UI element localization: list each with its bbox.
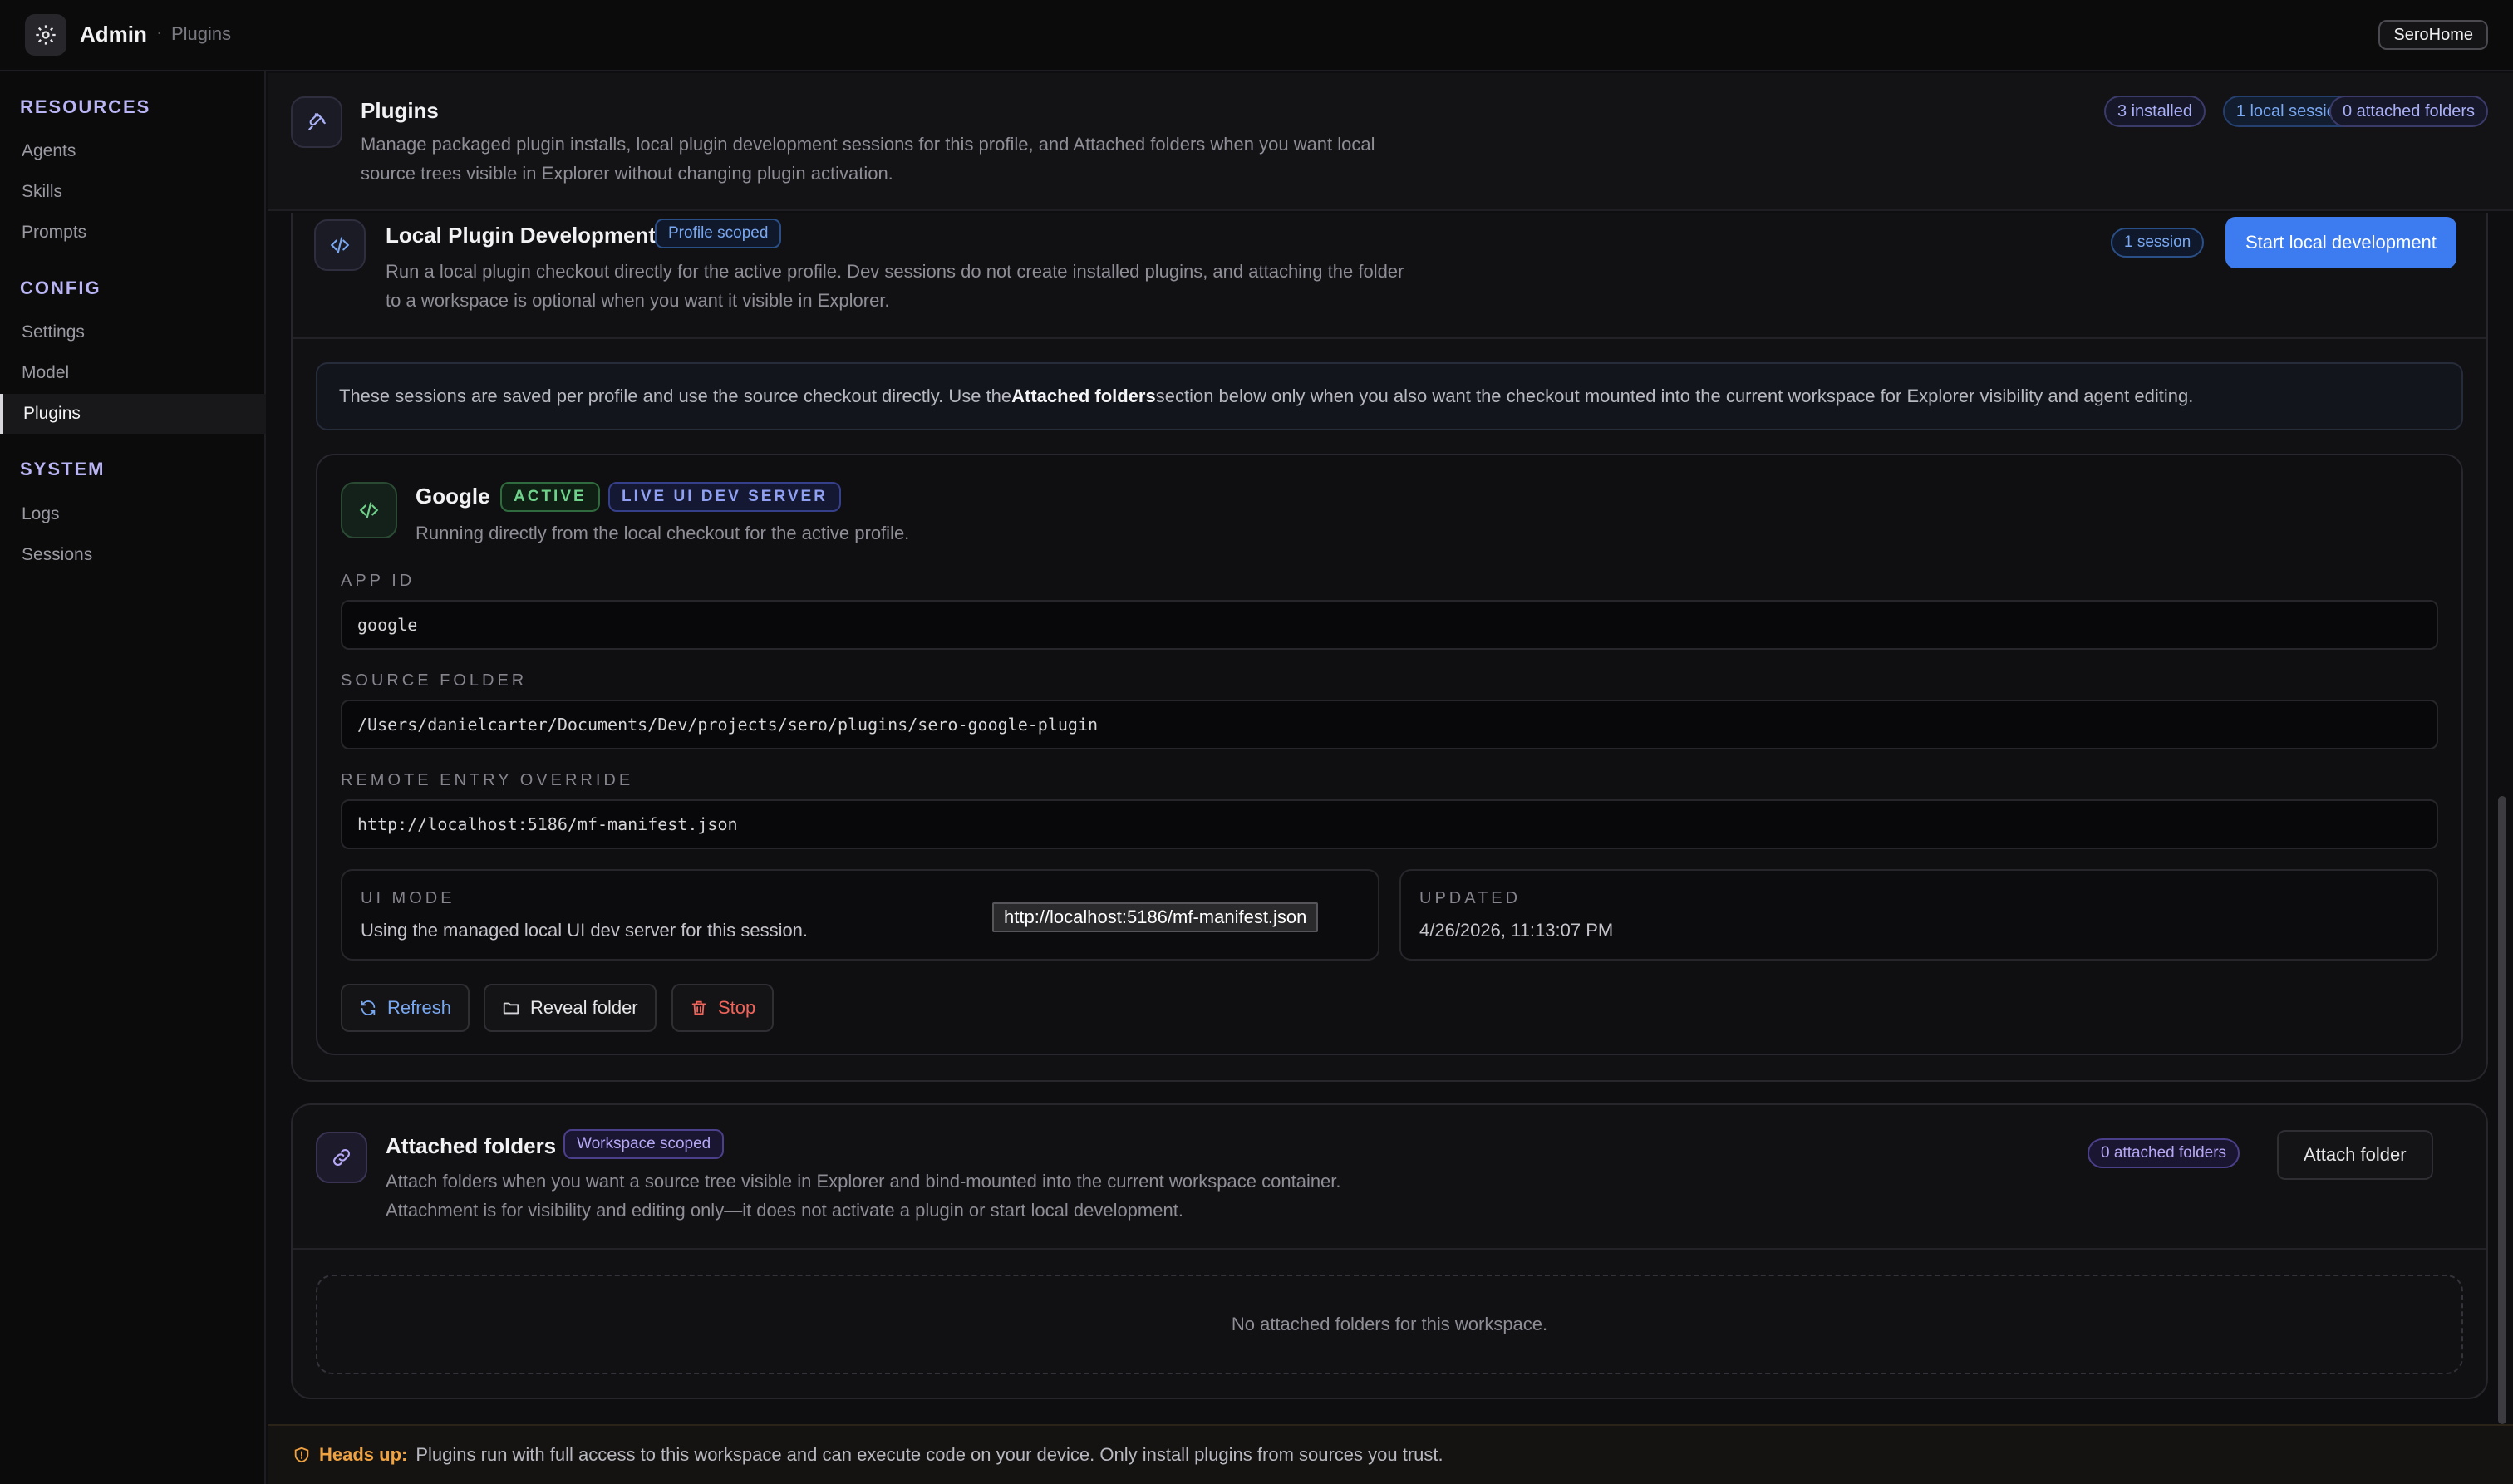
local-dev-description-line-2: to a workspace is optional when you want… bbox=[386, 290, 890, 311]
sidebar-item-skills[interactable]: Skills bbox=[22, 182, 62, 202]
attached-description-line-2: Attachment is for visibility and editing… bbox=[386, 1200, 1183, 1221]
sidebar-item-sessions[interactable]: Sessions bbox=[22, 545, 92, 565]
sidebar-section-resources: RESOURCES bbox=[20, 96, 151, 117]
code-icon bbox=[314, 219, 366, 271]
note-text-pre: These sessions are saved per profile and… bbox=[339, 386, 1012, 406]
dev-session-card: Google ACTIVE LIVE UI DEV SERVER Running… bbox=[316, 454, 2463, 1055]
session-name: Google bbox=[416, 484, 490, 509]
updated-box: UPDATED 4/26/2026, 11:13:07 PM bbox=[1399, 869, 2438, 961]
sidebar-item-plugins[interactable]: Plugins bbox=[0, 394, 266, 434]
sidebar-section-system: SYSTEM bbox=[20, 459, 106, 479]
remote-entry-tooltip: http://localhost:5186/mf-manifest.json bbox=[992, 902, 1319, 932]
breadcrumb[interactable]: Plugins bbox=[171, 23, 231, 45]
scrollbar[interactable] bbox=[2498, 796, 2506, 1424]
trash-icon bbox=[691, 1000, 706, 1015]
sidebar-item-model[interactable]: Model bbox=[22, 363, 69, 383]
live-ui-dev-server-badge: LIVE UI DEV SERVER bbox=[608, 482, 841, 512]
source-folder-field[interactable]: /Users/danielcarter/Documents/Dev/projec… bbox=[341, 700, 2438, 749]
sidebar-item-logs[interactable]: Logs bbox=[22, 504, 60, 524]
divider bbox=[293, 1248, 2486, 1250]
sidebar-item-prompts[interactable]: Prompts bbox=[22, 223, 86, 243]
workspace-switcher-button[interactable]: SeroHome bbox=[2378, 20, 2488, 50]
attached-folders-pill: 0 attached folders bbox=[2329, 96, 2488, 127]
ui-mode-value: Using the managed local UI dev server fo… bbox=[361, 920, 809, 941]
app-id-field[interactable]: google bbox=[341, 600, 2438, 650]
session-subtitle: Running directly from the local checkout… bbox=[416, 523, 910, 543]
note-text-post: section below only when you also want th… bbox=[1155, 386, 2194, 406]
refresh-label: Refresh bbox=[387, 997, 452, 1018]
page-title: Plugins bbox=[361, 98, 439, 123]
page-description-line-1: Manage packaged plugin installs, local p… bbox=[361, 134, 1375, 155]
remote-entry-label: REMOTE ENTRY OVERRIDE bbox=[341, 771, 634, 789]
heads-up-footer: Heads up: Plugins run with full access t… bbox=[268, 1424, 2513, 1484]
attached-folders-title: Attached folders bbox=[386, 1133, 557, 1158]
plugins-header: Plugins Manage packaged plugin installs,… bbox=[268, 73, 2513, 211]
profile-scoped-badge: Profile scoped bbox=[655, 219, 782, 248]
sessions-info-note: These sessions are saved per profile and… bbox=[316, 362, 2463, 430]
gear-icon[interactable] bbox=[25, 14, 66, 56]
start-local-development-button[interactable]: Start local development bbox=[2225, 217, 2456, 268]
local-dev-description-line-1: Run a local plugin checkout directly for… bbox=[386, 261, 1404, 282]
sidebar-item-agents[interactable]: Agents bbox=[22, 141, 76, 161]
attached-description-line-1: Attach folders when you want a source tr… bbox=[386, 1171, 1341, 1192]
installed-count-pill: 3 installed bbox=[2103, 96, 2206, 127]
heads-up-label: Heads up: bbox=[319, 1444, 408, 1465]
session-status-badge: ACTIVE bbox=[500, 482, 600, 512]
app-title: Admin bbox=[80, 22, 147, 47]
breadcrumb-separator: · bbox=[156, 22, 163, 42]
stop-button[interactable]: Stop bbox=[671, 984, 775, 1032]
plug-icon bbox=[291, 96, 342, 148]
shield-alert-icon bbox=[294, 1447, 309, 1463]
remote-entry-override-field[interactable]: http://localhost:5186/mf-manifest.json bbox=[341, 799, 2438, 849]
updated-value: 4/26/2026, 11:13:07 PM bbox=[1419, 920, 1614, 941]
session-count-badge: 1 session bbox=[2111, 228, 2205, 258]
attach-folder-button[interactable]: Attach folder bbox=[2277, 1130, 2433, 1180]
refresh-button[interactable]: Refresh bbox=[341, 984, 470, 1032]
heads-up-text: Plugins run with full access to this wor… bbox=[416, 1444, 1443, 1465]
refresh-icon bbox=[361, 1000, 376, 1015]
source-folder-label: SOURCE FOLDER bbox=[341, 671, 528, 690]
app-id-label: APP ID bbox=[341, 572, 416, 590]
updated-label: UPDATED bbox=[1419, 889, 1522, 907]
sidebar-section-config: CONFIG bbox=[20, 278, 101, 298]
top-bar: Admin · Plugins SeroHome bbox=[0, 0, 2513, 71]
attached-folders-count-badge: 0 attached folders bbox=[2088, 1138, 2240, 1168]
reveal-folder-label: Reveal folder bbox=[530, 997, 638, 1018]
local-dev-title: Local Plugin Development bbox=[386, 223, 657, 248]
sidebar: RESOURCES Agents Skills Prompts CONFIG S… bbox=[0, 71, 266, 1484]
page-description-line-2: source trees visible in Explorer without… bbox=[361, 163, 893, 184]
attached-folders-empty-state: No attached folders for this workspace. bbox=[316, 1275, 2463, 1374]
stop-label: Stop bbox=[718, 997, 756, 1018]
link-icon bbox=[316, 1132, 367, 1183]
divider bbox=[293, 337, 2486, 339]
ui-mode-label: UI MODE bbox=[361, 889, 455, 907]
folder-icon bbox=[503, 1002, 519, 1015]
sidebar-item-settings[interactable]: Settings bbox=[22, 322, 85, 342]
note-text-bold: Attached folders bbox=[1011, 386, 1156, 406]
reveal-folder-button[interactable]: Reveal folder bbox=[484, 984, 657, 1032]
workspace-scoped-badge: Workspace scoped bbox=[563, 1129, 725, 1159]
code-icon bbox=[341, 482, 397, 538]
